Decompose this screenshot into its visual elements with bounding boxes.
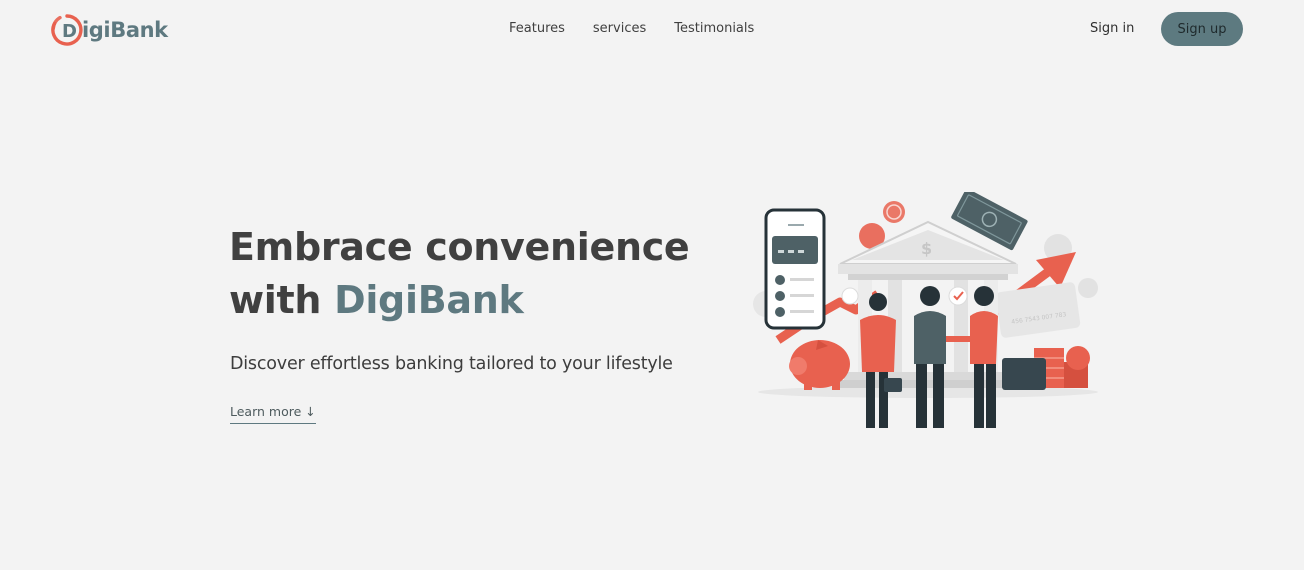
- hero-title-brand: DigiBank: [334, 278, 524, 322]
- logo-letter: D: [62, 21, 77, 42]
- main-nav: Features services Testimonials: [509, 20, 754, 38]
- hero-subtitle: Discover effortless banking tailored to …: [230, 354, 673, 374]
- person-man-icon: [914, 286, 946, 428]
- phone-icon: [764, 208, 826, 330]
- signin-link[interactable]: Sign in: [1090, 20, 1134, 38]
- hero-title: Embrace convenience with DigiBank: [229, 221, 709, 327]
- logo-ring-icon: D: [51, 14, 83, 46]
- logo-text: igiBank: [82, 18, 168, 42]
- nav-link-testimonials[interactable]: Testimonials: [674, 20, 754, 38]
- learn-more-link[interactable]: Learn more ↓: [230, 403, 316, 424]
- hero-title-prefix: with: [229, 278, 335, 322]
- banking-illustration: 456 7543 007 783 $: [753, 192, 1098, 428]
- bank-dollar-symbol: $: [921, 239, 932, 258]
- signup-button[interactable]: Sign up: [1161, 12, 1243, 46]
- credit-card-icon: 456 7543 007 783: [995, 282, 1081, 338]
- nav-link-features[interactable]: Features: [509, 20, 565, 38]
- logo[interactable]: D igiBank: [50, 13, 168, 47]
- check-badge-icon: [948, 286, 968, 306]
- nav-link-services[interactable]: services: [593, 20, 646, 38]
- hero-title-line1: Embrace convenience: [229, 225, 690, 269]
- dollar-badge-icon: [841, 287, 859, 305]
- wallet-icon: [1002, 358, 1046, 390]
